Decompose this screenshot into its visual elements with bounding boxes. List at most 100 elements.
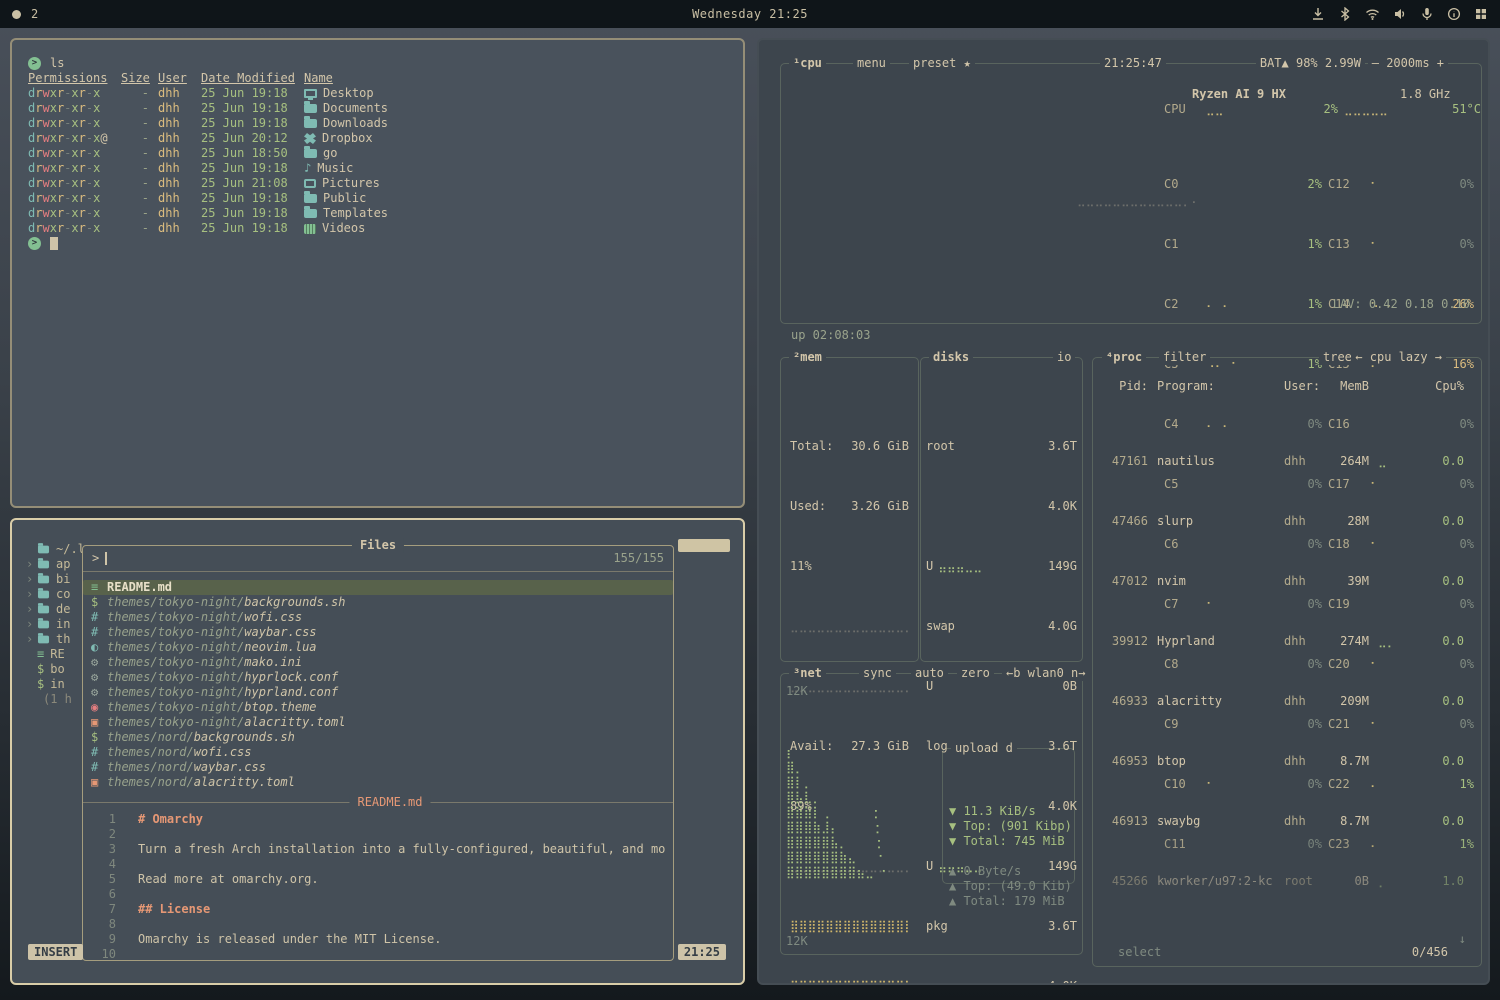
neovim-window[interactable]: ~/.l › ap › bi › co › de: [10, 518, 745, 985]
picker-result-item[interactable]: themes/nord/ waybar.css: [83, 760, 673, 775]
net-sync-button[interactable]: sync: [859, 666, 896, 681]
info-icon[interactable]: [1447, 7, 1461, 21]
picker-result-item[interactable]: themes/tokyo-night/ waybar.css: [83, 625, 673, 640]
terminal-window-ls[interactable]: ls Permissions Size User Date Modified N…: [10, 38, 745, 508]
disks-box-title[interactable]: disks: [929, 350, 973, 365]
process-row[interactable]: 47012 nvim dhh 39M 0.0: [1100, 574, 1478, 589]
process-pid: 47012: [1100, 574, 1148, 589]
entry-name[interactable]: Dropbox: [304, 131, 735, 146]
entry-name[interactable]: Music: [304, 161, 735, 176]
picker-match-count: 155/155: [613, 551, 664, 566]
proc-footer-select[interactable]: select: [1114, 945, 1165, 960]
picker-search-input[interactable]: > 155/155: [83, 546, 673, 572]
picker-result-item[interactable]: themes/tokyo-night/ wofi.css: [83, 610, 673, 625]
picker-result-item[interactable]: themes/tokyo-night/ mako.ini: [83, 655, 673, 670]
process-name: kworker/u97:2-kc: [1157, 874, 1275, 889]
preset-button[interactable]: preset ★: [909, 56, 975, 71]
process-row[interactable]: 47161 nautilus dhh 264M ⣀ 0.0: [1100, 454, 1478, 469]
permissions: drwxr-xr-x@: [28, 131, 112, 146]
header-program[interactable]: Program:: [1157, 379, 1275, 394]
app-grid-icon[interactable]: [1474, 7, 1488, 21]
picker-result-item[interactable]: README.md: [83, 580, 673, 595]
proc-box-title[interactable]: ⁴proc: [1102, 350, 1146, 365]
microphone-icon[interactable]: [1420, 7, 1434, 21]
file-name: wofi.css: [244, 610, 302, 625]
scroll-down-indicator[interactable]: ↓: [1459, 932, 1466, 947]
update-interval-control[interactable]: — 2000ms +: [1368, 56, 1448, 71]
process-row[interactable]: 46953 btop dhh 8.7M 0.0: [1100, 754, 1478, 769]
disk-label: U: [926, 679, 933, 694]
header-user[interactable]: User:: [1284, 379, 1320, 394]
picker-result-item[interactable]: themes/nord/ alacritty.toml: [83, 775, 673, 790]
core-graph: ⠠⠄ ⠂: [1206, 357, 1276, 372]
workspace-number[interactable]: 2: [31, 7, 38, 22]
process-user: dhh: [1284, 454, 1320, 469]
picker-result-item[interactable]: themes/tokyo-night/ btop.theme: [83, 700, 673, 715]
entry-name[interactable]: go: [304, 146, 735, 161]
entry-name[interactable]: Downloads: [304, 116, 735, 131]
clock[interactable]: Wednesday 21:25: [692, 7, 808, 22]
wifi-icon[interactable]: [1365, 7, 1380, 21]
process-row[interactable]: 45266 kworker/u97:2-kc root 0B ⡀ 1.0: [1100, 874, 1478, 889]
picker-result-item[interactable]: themes/nord/ backgrounds.sh: [83, 730, 673, 745]
menu-button[interactable]: menu: [853, 56, 890, 71]
picker-scrollbar[interactable]: [678, 539, 730, 552]
cpu-box-title[interactable]: ¹cpu: [789, 56, 826, 71]
entry-icon: [304, 104, 317, 113]
date-modified: 25 Jun 19:18: [201, 206, 295, 221]
entry-name[interactable]: Public: [304, 191, 735, 206]
disk-line: U 0B: [926, 679, 1077, 694]
mem-box-title[interactable]: ²mem: [789, 350, 826, 365]
net-graph-line: ⣿⣿⣿⣿⣿⣧⡀ ⡂: [786, 835, 890, 850]
entry-name[interactable]: Documents: [304, 101, 735, 116]
size: -: [121, 176, 149, 191]
load-average: LAV: 0.42 0.18 0.10: [1164, 297, 1470, 312]
net-auto-button[interactable]: auto: [911, 666, 948, 681]
entry-name[interactable]: Templates: [304, 206, 735, 221]
header-cpu[interactable]: Cpu%: [1427, 379, 1464, 394]
process-row[interactable]: 46933 alacritty dhh 209M 0.0: [1100, 694, 1478, 709]
picker-result-item[interactable]: themes/tokyo-night/ alacritty.toml: [83, 715, 673, 730]
process-row[interactable]: 39912 Hyprland dhh 274M ⣀⡀ 0.0: [1100, 634, 1478, 649]
process-name: alacritty: [1157, 694, 1275, 709]
tree-item-label: co: [56, 587, 70, 602]
process-cpu-graph: ⡀: [1378, 874, 1418, 889]
entry-icon: [304, 194, 317, 203]
header-name: Name: [304, 71, 735, 86]
picker-result-item[interactable]: themes/nord/ wofi.css: [83, 745, 673, 760]
process-row[interactable]: 47466 slurp dhh 28M 0.0: [1100, 514, 1478, 529]
entry-name[interactable]: Videos: [304, 221, 735, 236]
picker-result-item[interactable]: themes/tokyo-night/ backgrounds.sh: [83, 595, 673, 610]
ls-row: drwxr-xr-x - dhh 25 Jun 18:50 go: [28, 146, 735, 161]
entry-name[interactable]: Pictures: [304, 176, 735, 191]
bluetooth-icon[interactable]: [1338, 7, 1352, 21]
picker-result-item[interactable]: themes/tokyo-night/ hyprland.conf: [83, 685, 673, 700]
net-graph-line: ⡆: [786, 745, 890, 760]
entry-name[interactable]: Desktop: [304, 86, 735, 101]
header-memb[interactable]: MemB: [1329, 379, 1369, 394]
updates-download-icon[interactable]: [1311, 7, 1325, 21]
disk-line: 4.0K: [926, 499, 1077, 514]
picker-result-item[interactable]: themes/tokyo-night/ neovim.lua: [83, 640, 673, 655]
net-panel-title[interactable]: upload d: [951, 741, 1017, 756]
permissions: drwxr-xr-x: [28, 176, 112, 191]
sort-selector[interactable]: ← cpu lazy →: [1351, 350, 1446, 365]
net-box-title[interactable]: ³net: [789, 666, 826, 681]
header-pid[interactable]: Pid:: [1100, 379, 1148, 394]
volume-icon[interactable]: [1393, 7, 1407, 21]
io-mode-button[interactable]: io: [1053, 350, 1075, 365]
workspace-indicator[interactable]: 2: [12, 7, 38, 22]
picker-result-item[interactable]: themes/tokyo-night/ hyprlock.conf: [83, 670, 673, 685]
btop-window[interactable]: ¹cpu menu preset ★ 21:25:47 BAT▲ 98% 2.9…: [757, 38, 1490, 985]
process-row[interactable]: 46913 swaybg dhh 8.7M 0.0: [1100, 814, 1478, 829]
net-zero-button[interactable]: zero: [957, 666, 994, 681]
workspace-icon[interactable]: [12, 10, 21, 19]
filter-button[interactable]: filter: [1159, 350, 1210, 365]
process-cpu-percent: 0.0: [1427, 574, 1464, 589]
preview-line: 1 # Omarchy: [96, 812, 672, 827]
net-interface-selector[interactable]: ←b wlan0 n→: [1002, 666, 1089, 681]
date-modified: 25 Jun 19:18: [201, 116, 295, 131]
entry-icon: [304, 149, 317, 158]
ls-row: drwxr-xr-x@ - dhh 25 Jun 20:12 Dropbox: [28, 131, 735, 146]
shell-prompt-empty[interactable]: [28, 237, 58, 250]
